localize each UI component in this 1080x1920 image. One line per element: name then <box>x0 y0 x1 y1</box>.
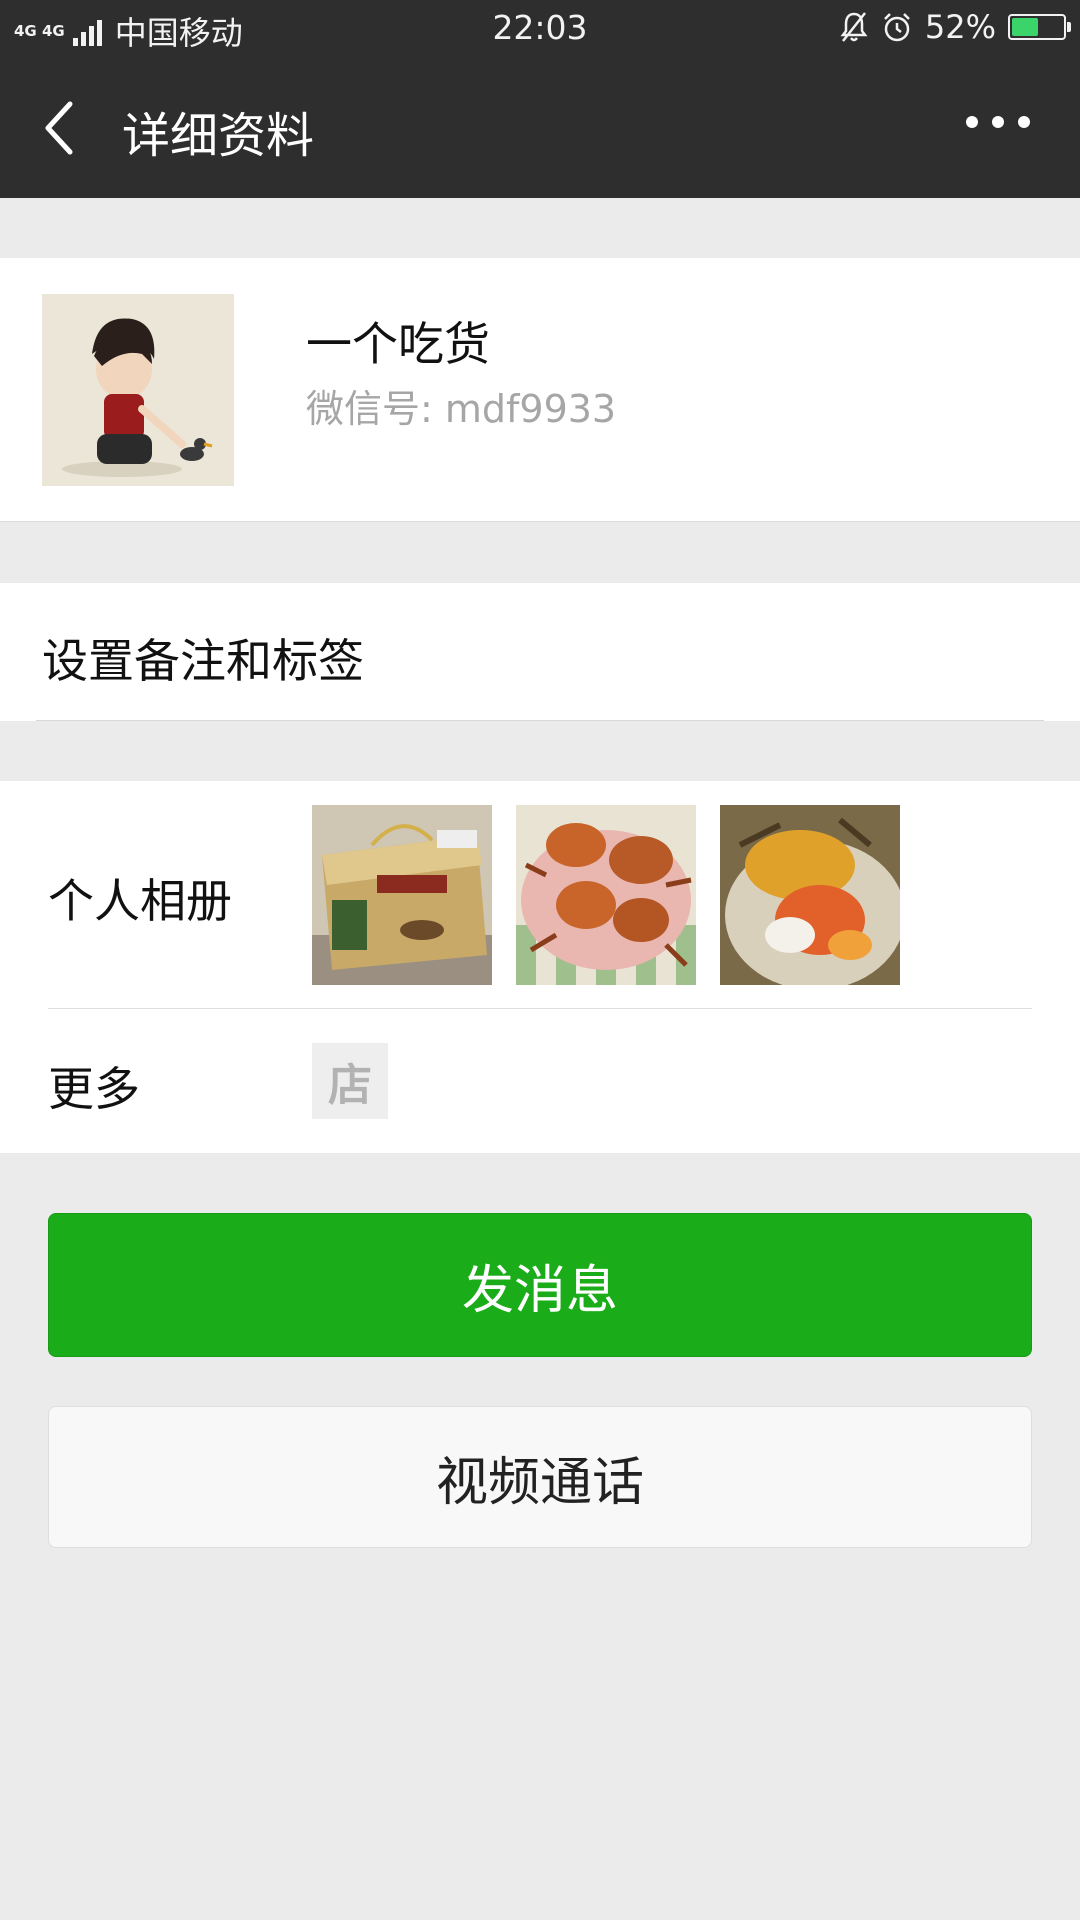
remark-and-tags-row[interactable]: 设置备注和标签 <box>0 583 1080 721</box>
remark-label: 设置备注和标签 <box>42 634 364 688</box>
album-photo-3[interactable] <box>720 805 900 985</box>
status-bar: 4G 4G 中国移动 22:03 52% <box>0 0 1080 58</box>
crabs-on-plate-photo <box>516 805 696 985</box>
profile-card: 一个吃货 微信号: mdf9933 <box>0 258 1080 522</box>
alarm-icon <box>883 13 910 42</box>
wechat-id: 微信号: mdf9933 <box>306 387 617 431</box>
battery-charging-icon <box>1008 14 1071 40</box>
battery-percent: 52% <box>924 8 996 46</box>
shop-icon[interactable]: 店 <box>312 1043 388 1119</box>
video-call-button[interactable]: 视频通话 <box>48 1406 1032 1548</box>
page-title: 详细资料 <box>122 108 315 164</box>
album-photo-2[interactable] <box>516 805 696 985</box>
send-message-button[interactable]: 发消息 <box>48 1213 1032 1357</box>
avatar-cartoon-image <box>42 294 234 486</box>
dot <box>966 116 978 128</box>
album-photo-1[interactable] <box>312 805 492 985</box>
cooked-crab-photo <box>720 805 900 985</box>
more-options-icon[interactable] <box>952 116 1030 128</box>
info-card: 个人相册 更多 店 <box>0 781 1080 1153</box>
nav-bar: 详细资料 <box>0 58 1080 198</box>
mute-bell-icon <box>840 12 868 42</box>
avatar[interactable] <box>42 294 234 486</box>
dot <box>992 116 1004 128</box>
status-right: 52% <box>839 8 1071 46</box>
battery-level <box>1012 18 1038 36</box>
more-label: 更多 <box>48 1062 140 1116</box>
divider <box>48 1008 1032 1009</box>
divider <box>36 720 1044 721</box>
album-row[interactable] <box>312 805 924 985</box>
crab-gift-box-photo <box>312 805 492 985</box>
dot <box>1018 116 1030 128</box>
profile-name: 一个吃货 <box>306 317 490 371</box>
album-label: 个人相册 <box>48 874 232 928</box>
back-arrow-icon[interactable] <box>40 98 80 158</box>
